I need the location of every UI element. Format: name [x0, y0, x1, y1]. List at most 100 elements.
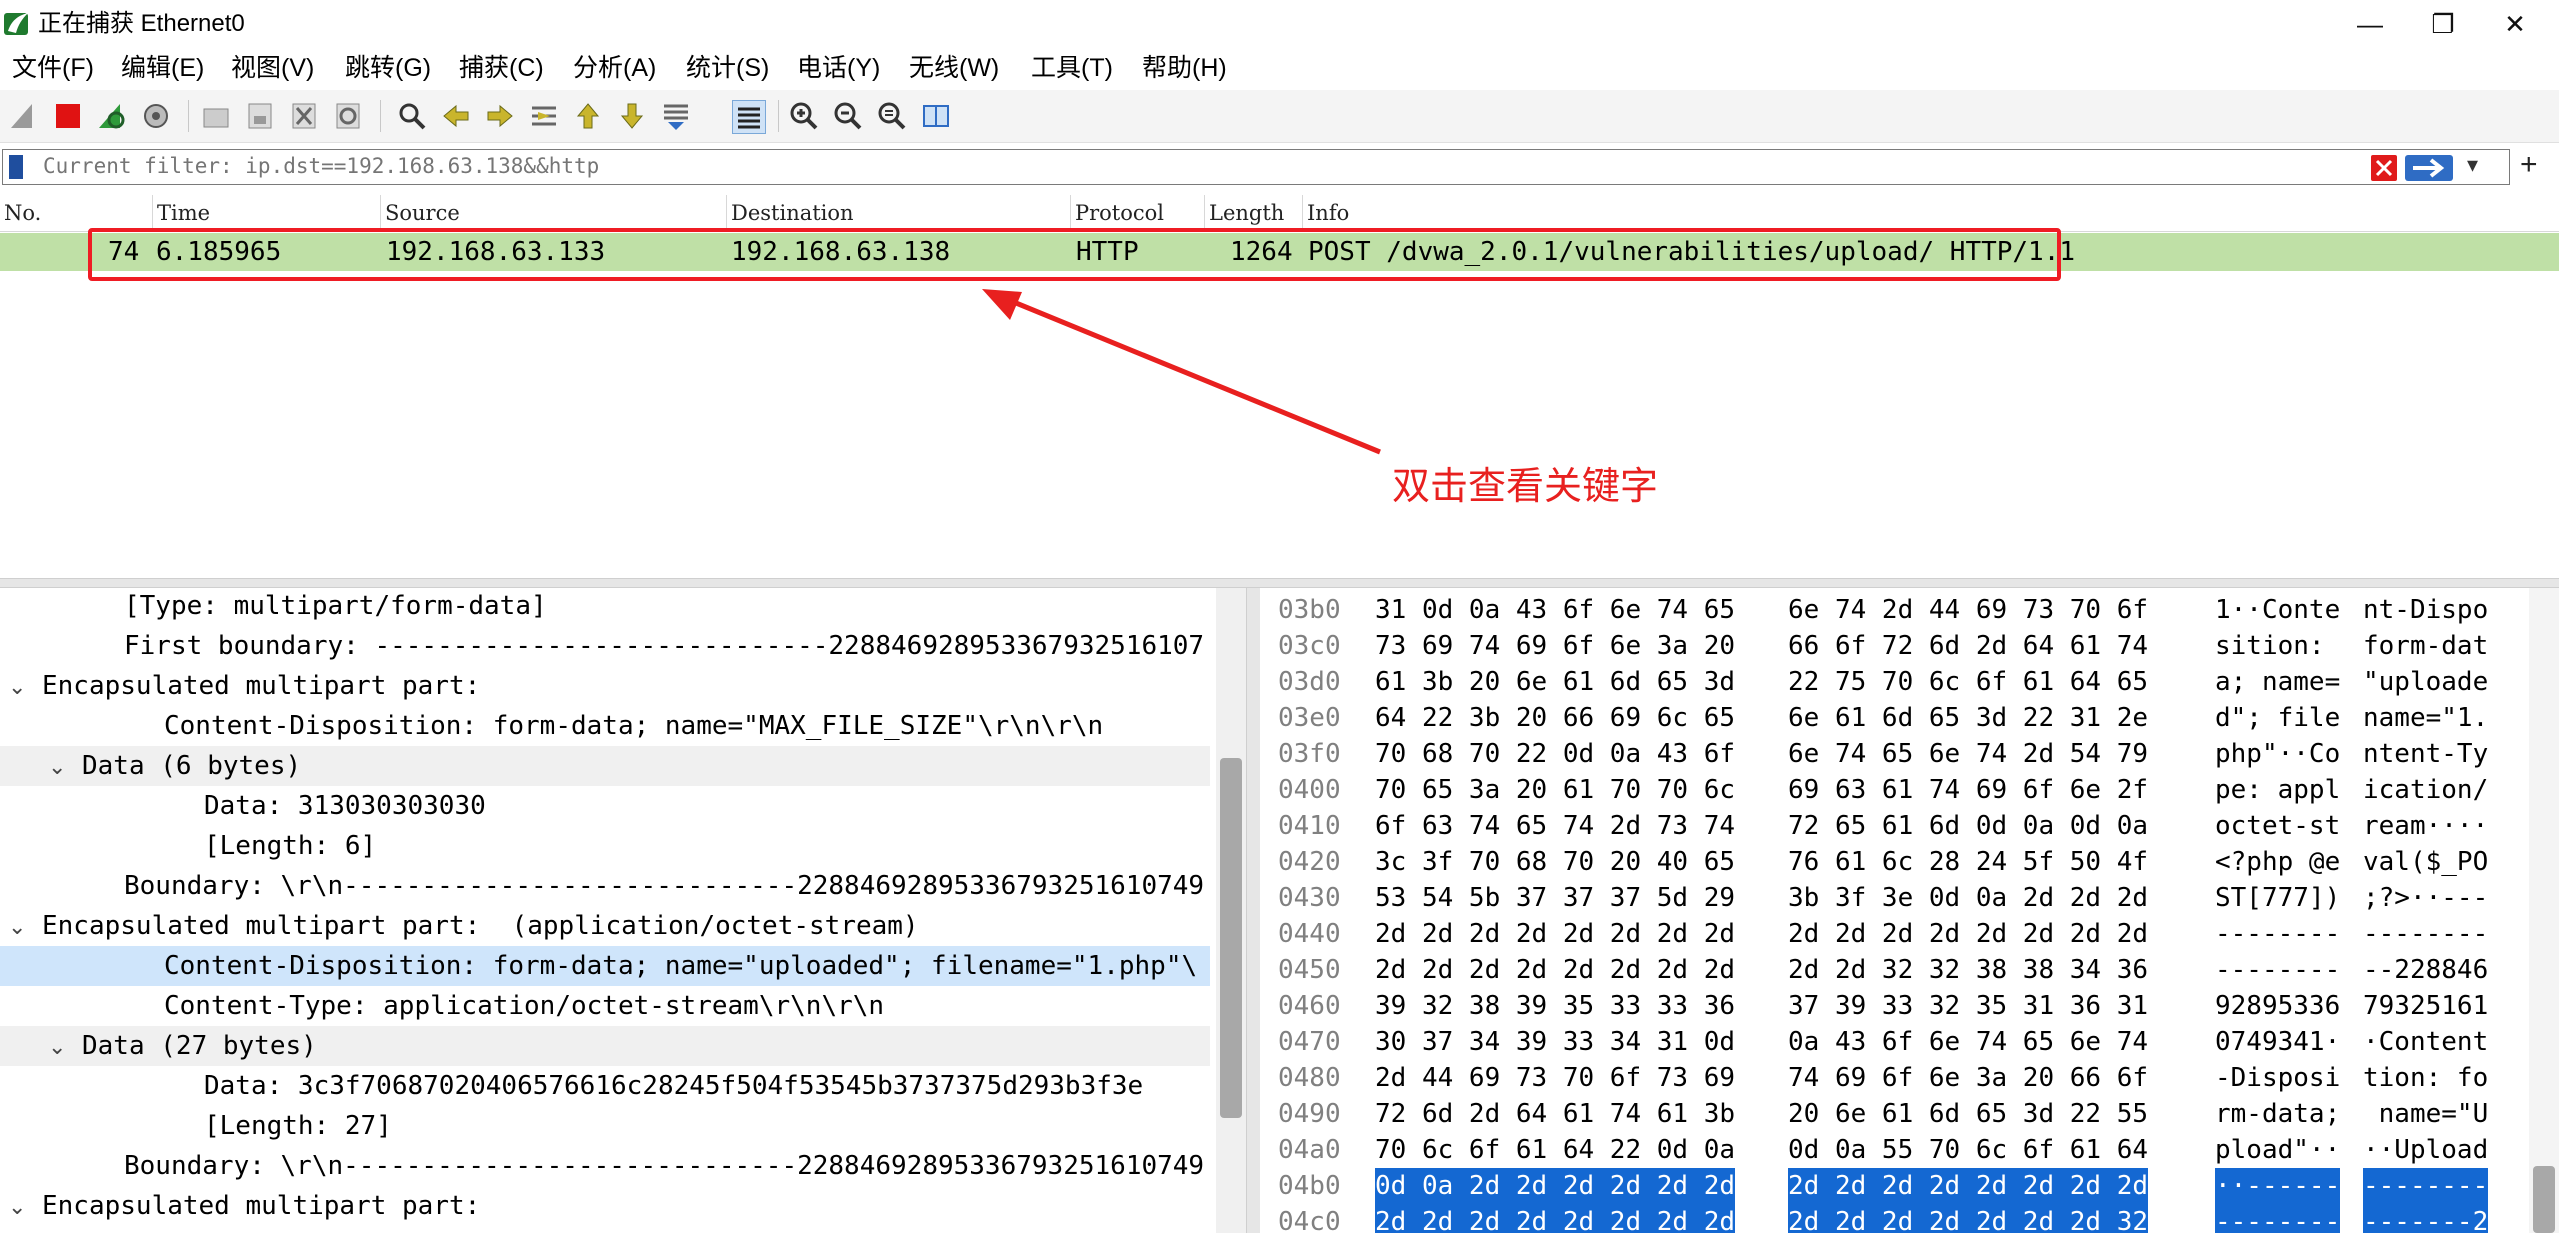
expand-chevron-down-icon[interactable]: ⌄ — [8, 908, 42, 946]
bytes-row[interactable]: 03e0 64 22 3b 20 66 69 6c 65 6e 61 6d 65 3… — [1260, 700, 2530, 736]
col-header-source[interactable]: Source — [380, 195, 726, 231]
details-row-text: Data: 313030303030 — [204, 791, 486, 821]
save-file-icon[interactable] — [244, 100, 276, 132]
bytes-row[interactable]: 0480 2d 44 69 73 70 6f 73 69 74 69 6f 6e 3… — [1260, 1060, 2530, 1096]
last-packet-icon[interactable] — [616, 100, 648, 132]
details-tree-row[interactable]: ⌄ Data (6 bytes) — [0, 746, 1210, 786]
col-header-length[interactable]: Length — [1204, 195, 1302, 231]
bookmark-icon[interactable] — [9, 155, 23, 179]
bytes-ascii-left: ST[777]) — [2215, 883, 2341, 913]
bytes-row[interactable]: 0460 39 32 38 39 35 33 33 36 37 39 33 32 3… — [1260, 988, 2530, 1024]
col-header-time[interactable]: Time — [152, 195, 380, 231]
menu-tools[interactable]: 工具(T) — [1031, 52, 1113, 84]
zoom-out-icon[interactable] — [832, 100, 864, 132]
bytes-ascii-right: -------- — [2363, 1168, 2489, 1204]
details-row-text: Data (27 bytes) — [82, 1031, 317, 1061]
col-header-destination[interactable]: Destination — [726, 195, 1070, 231]
bytes-row[interactable]: 03d0 61 3b 20 6e 61 6d 65 3d 22 75 70 6c 6… — [1260, 664, 2530, 700]
menu-file[interactable]: 文件(F) — [12, 52, 94, 84]
maximize-button[interactable]: ❐ — [2408, 4, 2478, 44]
details-tree-row[interactable]: Boundary: \r\n--------------------------… — [0, 1146, 1210, 1186]
bytes-ascii-right: ;?>··--- — [2363, 883, 2489, 913]
details-tree-row[interactable]: [Length: 27] — [0, 1106, 1210, 1146]
add-filter-button-plus-icon[interactable]: + — [2520, 147, 2538, 183]
col-header-no[interactable]: No. — [0, 195, 152, 231]
colorize-icon[interactable] — [732, 100, 766, 134]
bytes-ascii-right: ream···· — [2363, 811, 2489, 841]
shark-fin-start-icon[interactable] — [8, 100, 40, 132]
bytes-row[interactable]: 0440 2d 2d 2d 2d 2d 2d 2d 2d 2d 2d 2d 2d 2… — [1260, 916, 2530, 952]
col-header-info[interactable]: Info — [1302, 195, 2559, 231]
expand-chevron-down-icon[interactable]: ⌄ — [48, 1028, 82, 1066]
apply-filter-icon[interactable] — [2405, 155, 2453, 181]
bytes-row[interactable]: 0420 3c 3f 70 68 70 20 40 65 76 61 6c 28 2… — [1260, 844, 2530, 880]
bytes-row[interactable]: 03c0 73 69 74 69 6f 6e 3a 20 66 6f 72 6d 2… — [1260, 628, 2530, 664]
expand-chevron-down-icon[interactable]: ⌄ — [48, 748, 82, 786]
close-window-button[interactable]: ✕ — [2480, 4, 2550, 44]
capture-options-icon[interactable] — [140, 100, 172, 132]
go-back-icon[interactable] — [440, 100, 472, 132]
bytes-row[interactable]: 0450 2d 2d 2d 2d 2d 2d 2d 2d 2d 2d 32 32 3… — [1260, 952, 2530, 988]
bytes-row[interactable]: 04c0 2d 2d 2d 2d 2d 2d 2d 2d 2d 2d 2d 2d 2… — [1260, 1204, 2530, 1233]
details-tree-row[interactable]: [Type: multipart/form-data] — [0, 588, 1210, 626]
menu-go[interactable]: 跳转(G) — [345, 52, 431, 84]
details-tree-row[interactable]: ⌄ Data (27 bytes) — [0, 1026, 1210, 1066]
details-tree-row[interactable]: Data: 3c3f70687020406576616c28245f504f53… — [0, 1066, 1210, 1106]
bytes-row[interactable]: 03b0 31 0d 0a 43 6f 6e 74 65 6e 74 2d 44 6… — [1260, 592, 2530, 628]
menu-help[interactable]: 帮助(H) — [1142, 52, 1227, 84]
go-forward-icon[interactable] — [484, 100, 516, 132]
details-tree-row[interactable]: Content-Type: application/octet-stream\r… — [0, 986, 1210, 1026]
col-header-protocol[interactable]: Protocol — [1070, 195, 1204, 231]
bytes-hex-right: 2d 2d 2d 2d 2d 2d 2d 32 — [1788, 1204, 2149, 1233]
details-tree-row[interactable]: Content-Disposition: form-data; name="up… — [0, 946, 1210, 986]
details-tree-row[interactable]: First boundary: ------------------------… — [0, 626, 1210, 666]
menu-capture[interactable]: 捕获(C) — [459, 52, 544, 84]
bytes-row[interactable]: 0400 70 65 3a 20 61 70 70 6c 69 63 61 74 6… — [1260, 772, 2530, 808]
zoom-in-icon[interactable] — [788, 100, 820, 132]
details-tree-row[interactable]: [Length: 6] — [0, 826, 1210, 866]
menu-wireless[interactable]: 无线(W) — [909, 52, 999, 84]
details-tree-row[interactable]: ⌄ Encapsulated multipart part: — [0, 1186, 1210, 1226]
go-to-packet-icon[interactable] — [528, 100, 560, 132]
details-tree-row[interactable]: ⌄ Encapsulated multipart part: (applicati… — [0, 906, 1210, 946]
details-scroll-thumb[interactable] — [1220, 758, 1242, 1118]
details-tree-row[interactable]: ⌄ Encapsulated multipart part: — [0, 666, 1210, 706]
minimize-button[interactable]: — — [2335, 4, 2405, 44]
autoscroll-icon[interactable] — [660, 100, 692, 132]
stop-capture-icon[interactable] — [52, 100, 84, 132]
expand-chevron-down-icon[interactable]: ⌄ — [8, 668, 42, 706]
details-tree-row[interactable]: Boundary: \r\n--------------------------… — [0, 866, 1210, 906]
restart-capture-icon[interactable] — [96, 100, 128, 132]
display-filter-input[interactable] — [43, 151, 2343, 181]
menu-telephony[interactable]: 电话(Y) — [797, 52, 880, 84]
bytes-row[interactable]: 03f0 70 68 70 22 0d 0a 43 6f 6e 74 65 6e 7… — [1260, 736, 2530, 772]
menu-statistics[interactable]: 统计(S) — [686, 52, 769, 84]
close-file-icon[interactable] — [288, 100, 320, 132]
bytes-row[interactable]: 0430 53 54 5b 37 37 37 5d 29 3b 3f 3e 0d 0… — [1260, 880, 2530, 916]
pane-splitter-horizontal[interactable] — [0, 578, 2559, 588]
filter-history-chevron-down-icon[interactable]: ▾ — [2467, 152, 2478, 178]
bytes-row[interactable]: 0410 6f 63 74 65 74 2d 73 74 72 65 61 6d 0… — [1260, 808, 2530, 844]
first-packet-icon[interactable] — [572, 100, 604, 132]
bytes-row[interactable]: 04a0 70 6c 6f 61 64 22 0d 0a 0d 0a 55 70 6… — [1260, 1132, 2530, 1168]
bytes-row[interactable]: 0470 30 37 34 39 33 34 31 0d 0a 43 6f 6e 7… — [1260, 1024, 2530, 1060]
resize-columns-icon[interactable] — [920, 100, 952, 132]
open-file-icon[interactable] — [200, 100, 232, 132]
zoom-reset-icon[interactable] — [876, 100, 908, 132]
details-scrollbar[interactable] — [1216, 588, 1246, 1233]
details-tree-row[interactable]: Content-Disposition: form-data; name="MA… — [0, 706, 1210, 746]
bytes-scroll-thumb[interactable] — [2533, 1166, 2555, 1233]
details-row-text: First boundary: ------------------------… — [124, 631, 1205, 661]
menu-edit[interactable]: 编辑(E) — [121, 52, 204, 84]
find-packet-icon[interactable] — [396, 100, 428, 132]
menu-analyze[interactable]: 分析(A) — [573, 52, 656, 84]
details-tree-row[interactable]: Data: 313030303030 — [0, 786, 1210, 826]
reload-file-icon[interactable] — [332, 100, 364, 132]
clear-filter-icon[interactable] — [2371, 155, 2397, 181]
bytes-row[interactable]: 04b0 0d 0a 2d 2d 2d 2d 2d 2d 2d 2d 2d 2d 2… — [1260, 1168, 2530, 1204]
menu-view[interactable]: 视图(V) — [231, 52, 314, 84]
expand-chevron-down-icon[interactable]: ⌄ — [8, 1188, 42, 1226]
menu-bar: 文件(F) 编辑(E) 视图(V) 跳转(G) 捕获(C) 分析(A) 统计(S… — [0, 48, 2559, 88]
bytes-scrollbar[interactable] — [2529, 588, 2559, 1233]
bytes-row[interactable]: 0490 72 6d 2d 64 61 74 61 3b 20 6e 61 6d 6… — [1260, 1096, 2530, 1132]
